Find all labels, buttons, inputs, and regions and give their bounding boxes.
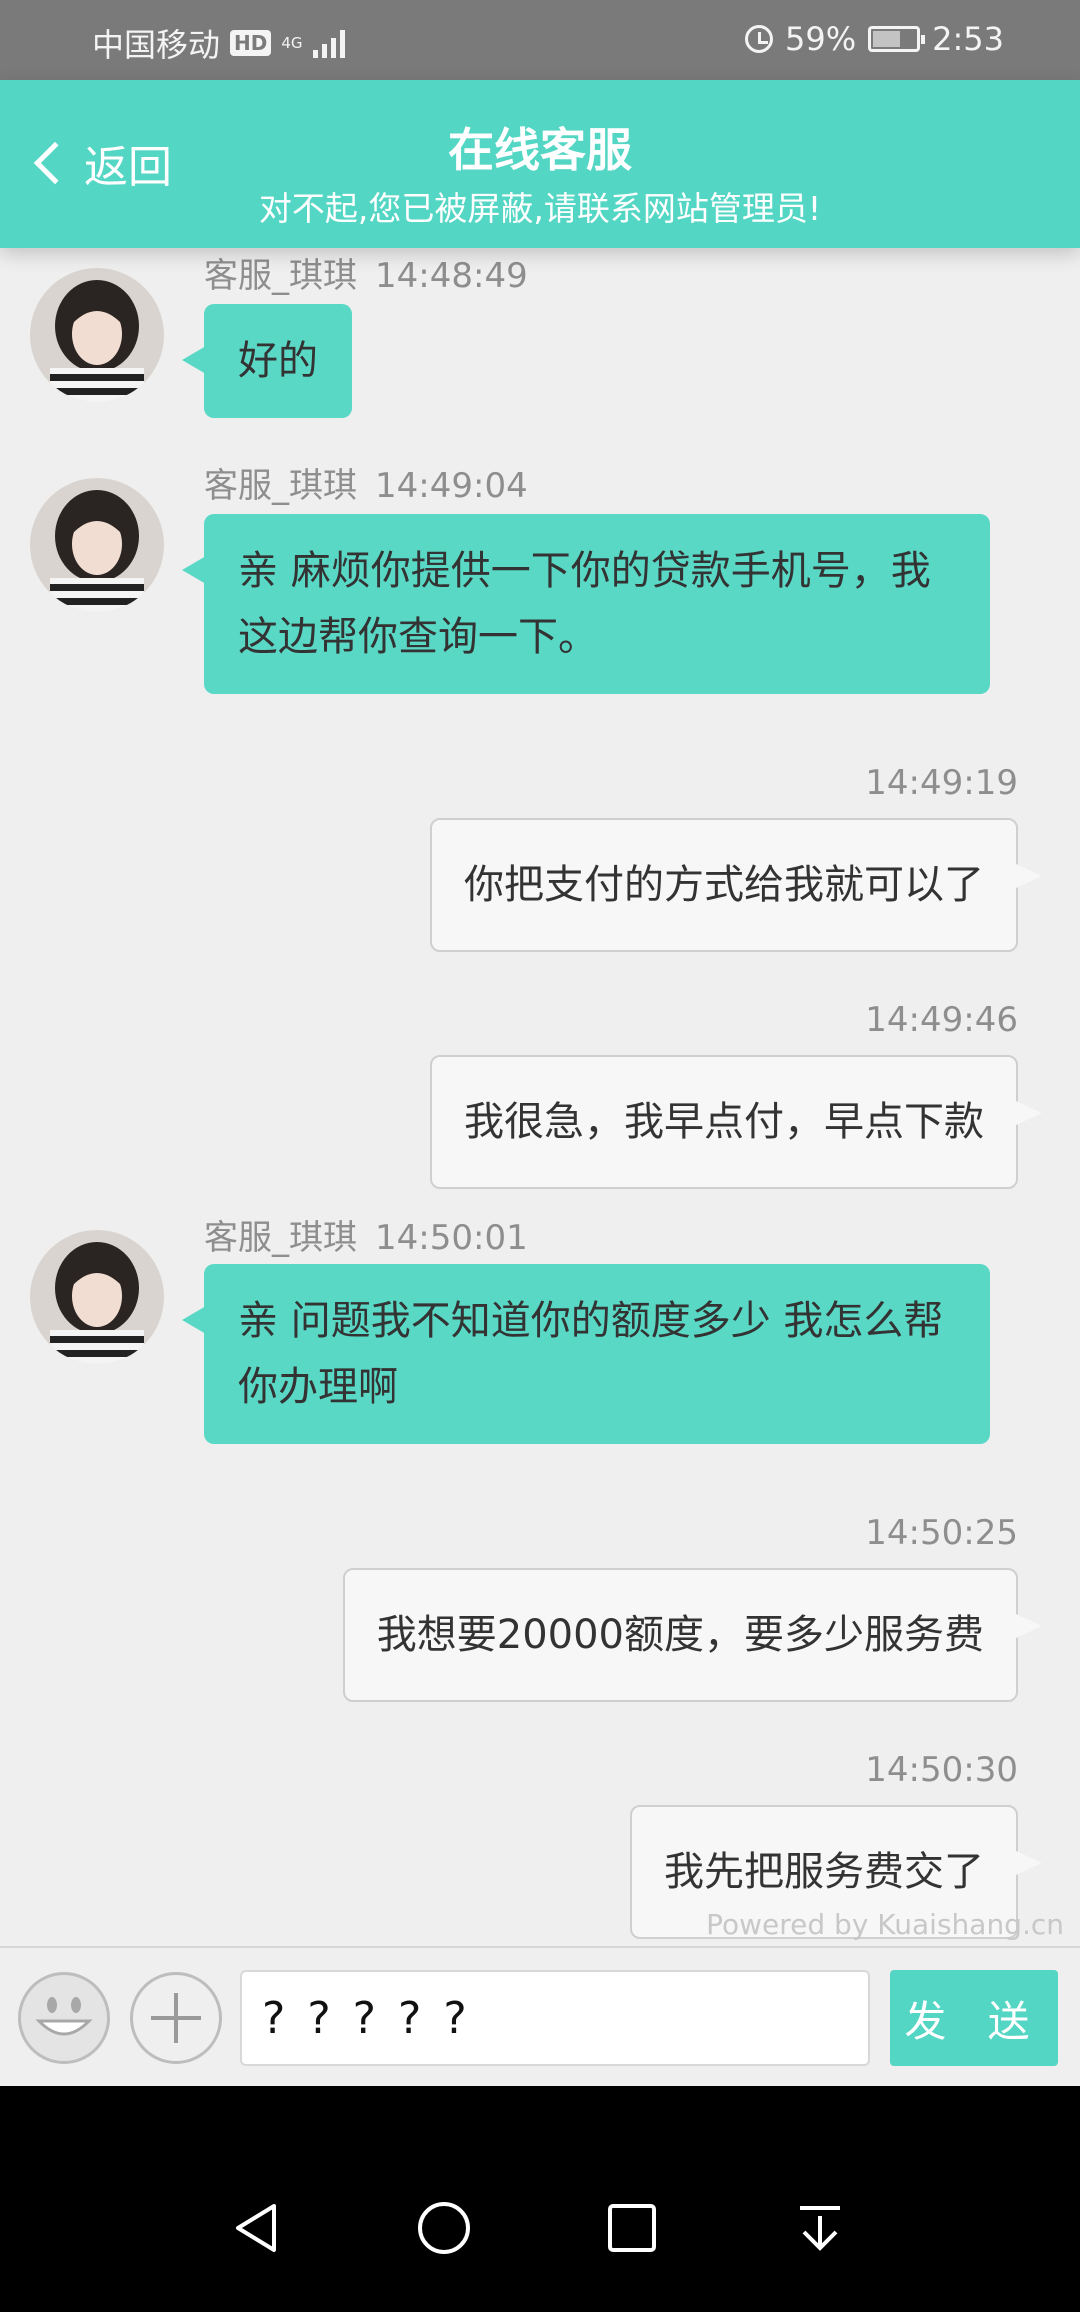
circle-home-icon: [418, 2202, 470, 2254]
input-bar: 发 送: [0, 1946, 1080, 2086]
agent-name: 客服_琪琪: [204, 466, 357, 506]
agent-avatar[interactable]: [30, 268, 164, 402]
emoji-button[interactable]: [18, 1972, 110, 2064]
message-time: 14:49:46: [865, 1000, 1018, 1040]
pull-down-icon: [800, 2206, 840, 2251]
message-time: 14:49:19: [865, 763, 1018, 803]
blocked-notice: 对不起,您已被屏蔽,请联系网站管理员!: [258, 189, 822, 228]
status-bar: 中国移动 HD 4G 59% 2:53: [0, 0, 1080, 80]
agent-avatar[interactable]: [30, 1230, 164, 1364]
square-recents-icon: [608, 2204, 656, 2252]
alarm-icon: [745, 25, 774, 53]
powered-by-watermark: Powered by Kuaishang.cn: [706, 1908, 1064, 1941]
message-time: 14:50:25: [865, 1513, 1018, 1553]
message-bubble: 好的: [182, 304, 352, 418]
agent-name: 客服_琪琪: [204, 256, 357, 296]
signal-icon: [312, 28, 345, 58]
message-time: 14:48:49: [375, 256, 528, 296]
message-bubble: 我很急，我早点付，早点下款: [430, 1055, 1042, 1189]
page-title: 在线客服: [448, 123, 632, 177]
message-time: 14:50:30: [865, 1750, 1018, 1790]
message-bubble: 你把支付的方式给我就可以了: [430, 818, 1042, 952]
message-bubble: 我想要20000额度，要多少服务费: [342, 1568, 1043, 1702]
recents-nav-button[interactable]: [592, 2188, 672, 2268]
system-nav-bar: [0, 2086, 1080, 2312]
message-bubble: 亲 问题我不知道你的额度多少 我怎么帮你办理啊: [182, 1264, 990, 1444]
message-time: 14:50:01: [375, 1218, 528, 1258]
add-attachment-button[interactable]: [130, 1972, 222, 2064]
network-type: 4G: [281, 34, 303, 52]
agent-name: 客服_琪琪: [204, 1218, 357, 1258]
back-nav-button[interactable]: [216, 2188, 296, 2268]
battery-icon: [868, 26, 926, 52]
message-time: 14:49:04: [375, 466, 528, 506]
send-button[interactable]: 发 送: [890, 1970, 1058, 2066]
message-bubble: 亲 麻烦你提供一下你的贷款手机号，我这边帮你查询一下。: [182, 514, 990, 694]
carrier-label: 中国移动: [92, 26, 221, 64]
plus-icon: [151, 1993, 201, 2043]
home-nav-button[interactable]: [404, 2188, 484, 2268]
message-input[interactable]: [240, 1970, 870, 2066]
chat-header: 返回 在线客服 对不起,您已被屏蔽,请联系网站管理员!: [0, 80, 1080, 248]
agent-avatar[interactable]: [30, 478, 164, 612]
notification-nav-button[interactable]: [780, 2188, 860, 2268]
smiley-icon: [35, 1997, 93, 2036]
battery-percent: 59%: [785, 20, 857, 58]
hd-icon: HD: [230, 30, 272, 56]
triangle-back-icon: [236, 2204, 276, 2252]
chat-list[interactable]: 客服_琪琪 14:48:49 好的 客服_琪琪 14:49:04 亲 麻烦你提供一下…: [0, 248, 1080, 1946]
clock: 2:53: [932, 20, 1004, 58]
